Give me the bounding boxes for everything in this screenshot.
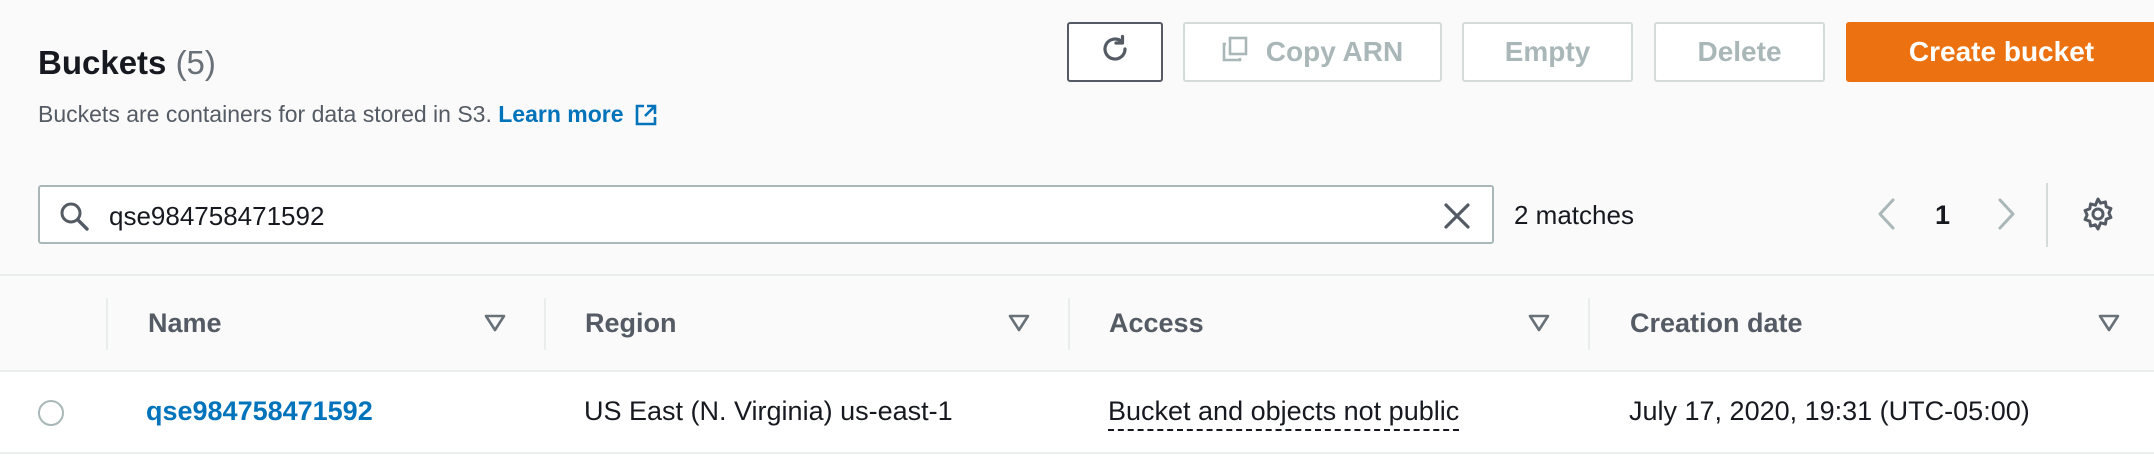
search-value: qse984758471592	[109, 201, 325, 231]
table-header: Name Region Access Creation date	[0, 276, 2154, 372]
table-row[interactable]: qse984758471592 US East (N. Virginia) us…	[0, 372, 2154, 454]
description-text: Buckets are containers for data stored i…	[38, 101, 492, 127]
table-footer-space	[0, 454, 2154, 468]
search-icon	[58, 200, 90, 237]
column-separator	[1588, 298, 1590, 350]
empty-button[interactable]: Empty	[1462, 22, 1633, 82]
row-select-radio[interactable]	[38, 400, 64, 426]
column-header-creation-date-label: Creation date	[1630, 307, 1803, 338]
search-input[interactable]: qse984758471592	[38, 185, 1494, 244]
sort-descending-icon[interactable]	[1528, 314, 1550, 337]
column-header-region-label: Region	[585, 307, 677, 338]
create-bucket-button[interactable]: Create bucket	[1846, 22, 2154, 82]
empty-label: Empty	[1504, 36, 1591, 67]
match-count: 2 matches	[1514, 200, 1634, 230]
access-cell[interactable]: Bucket and objects not public	[1108, 396, 1460, 431]
copy-arn-label: Copy ARN	[1265, 36, 1404, 67]
access-status[interactable]: Bucket and objects not public	[1108, 396, 1460, 431]
clear-search-icon[interactable]	[1442, 201, 1472, 236]
delete-button[interactable]: Delete	[1654, 22, 1825, 82]
bucket-name-link[interactable]: qse984758471592	[146, 396, 373, 426]
copy-icon	[1222, 36, 1266, 69]
previous-page-icon[interactable]	[1874, 196, 1900, 237]
bucket-count: (5)	[175, 44, 216, 81]
external-link-icon	[634, 103, 658, 133]
learn-more-link[interactable]: Learn more	[498, 101, 657, 127]
creation-date-cell: July 17, 2020, 19:31 (UTC-05:00)	[1629, 396, 2030, 426]
next-page-icon[interactable]	[1993, 196, 2019, 237]
refresh-button[interactable]	[1067, 22, 1163, 82]
create-bucket-label: Create bucket	[1908, 36, 2095, 67]
sort-descending-icon[interactable]	[1008, 314, 1030, 337]
bucket-name-cell[interactable]: qse984758471592	[146, 396, 373, 427]
buckets-panel: Buckets (5) Buckets are containers for d…	[0, 0, 2154, 468]
toolbar-divider	[2046, 183, 2048, 247]
delete-label: Delete	[1697, 36, 1782, 67]
current-page-number[interactable]: 1	[1935, 200, 1950, 231]
column-separator	[1068, 298, 1070, 350]
column-header-access-label: Access	[1109, 307, 1204, 338]
gear-icon[interactable]	[2080, 196, 2116, 237]
copy-arn-button[interactable]: Copy ARN	[1183, 22, 1442, 82]
column-separator	[106, 298, 108, 350]
refresh-icon	[1100, 34, 1130, 71]
column-separator	[544, 298, 546, 350]
page-title: Buckets (5)	[38, 44, 216, 82]
sort-descending-icon[interactable]	[484, 314, 506, 337]
region-cell: US East (N. Virginia) us-east-1	[584, 396, 953, 426]
learn-more-label: Learn more	[498, 101, 624, 127]
column-header-name-label: Name	[148, 307, 222, 338]
column-header-access[interactable]: Access	[1109, 276, 1204, 370]
column-header-name[interactable]: Name	[148, 276, 222, 370]
column-header-creation-date[interactable]: Creation date	[1630, 276, 1803, 370]
page-description: Buckets are containers for data stored i…	[38, 101, 658, 133]
column-header-region[interactable]: Region	[585, 276, 677, 370]
sort-descending-icon[interactable]	[2098, 314, 2120, 337]
page-title-text: Buckets	[38, 44, 167, 81]
